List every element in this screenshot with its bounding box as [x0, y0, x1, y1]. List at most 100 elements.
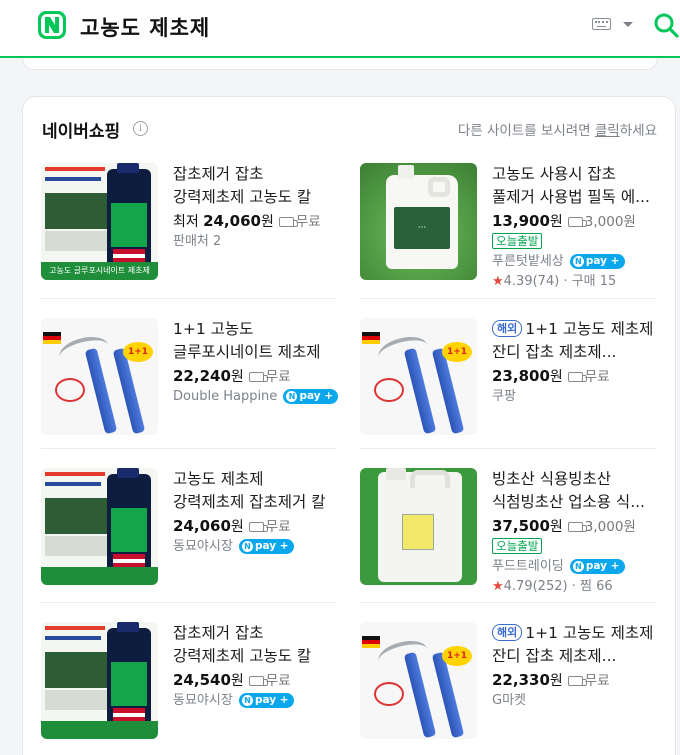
price-row: 24,060원 무료 [173, 515, 338, 537]
product-info: 잡초제거 잡초 강력제초제 고농도 칼 제초제 24,540원 무료동묘야시장 Np… [173, 622, 338, 711]
product-thumbnail[interactable]: ··· [360, 163, 477, 280]
product-thumbnail[interactable] [41, 468, 158, 585]
shipping-fee: 무료 [265, 673, 291, 689]
product-title[interactable]: 고농도 제초제 강력제초제 잡초제거 칼 잡초 [173, 468, 338, 514]
currency-unit: 원 [549, 214, 563, 230]
today-ship-badge: 오늘출발 [492, 538, 543, 554]
review-count: (252) [532, 579, 568, 594]
npay-badge: Npay + [283, 389, 338, 404]
product-card[interactable]: 1+1 1+1 고농도 글루포시네이트 제초제 잔디 ... 22,240원 무료 Do… [41, 318, 341, 438]
seller-name[interactable]: 동묘야시장 [173, 539, 233, 554]
product-title-text[interactable]: 고농도 사용시 잡초 풀제거 사용법 필독 에... [492, 165, 650, 206]
product-thumbnail[interactable] [360, 468, 477, 585]
product-card[interactable]: 빙초산 식용빙초산 식첨빙초산 업소용 식... 37,500원 3,000원 오늘출… [360, 468, 660, 594]
seller-info[interactable]: G마켓 [492, 691, 657, 711]
seller-name[interactable]: 푸른텃밭세상 [492, 254, 564, 269]
search-query[interactable]: 고농도 제초제 [80, 12, 210, 42]
star-icon: ★ [492, 274, 504, 289]
product-price: 22,240 [173, 367, 231, 385]
product-card[interactable]: 잡초제거 잡초 강력제초제 고농도 칼 제초제 24,540원 무료동묘야시장 Np… [41, 622, 341, 742]
thumb-band-text: 고농도 글루포시네이트 제초제 [41, 262, 158, 280]
product-card[interactable]: 고농도 제초제 강력제초제 잡초제거 칼 잡초 24,060원 무료동묘야시장 Np… [41, 468, 341, 588]
previous-section-bottom [22, 58, 658, 70]
review-count: (74) [532, 274, 560, 289]
seller-row: 동묘야시장 Npay + [173, 537, 338, 557]
price-row: 24,540원 무료 [173, 669, 338, 691]
overseas-badge: 해외 [492, 320, 523, 337]
product-title[interactable]: 잡초제거 잡초 강력제초제 고농도 칼 제초제 [173, 163, 338, 209]
naver-logo-icon[interactable] [38, 11, 66, 39]
truck-icon [567, 217, 587, 227]
product-card[interactable]: 1+1 해외 1+1 고농도 제초제 잔디 잡초 제초제... 23,800원 무료쿠팡 [360, 318, 660, 438]
product-price: 23,800 [492, 367, 550, 385]
seller-info[interactable]: 판매처 2 [173, 232, 338, 252]
currency-unit: 원 [549, 519, 563, 535]
other-site-text-end: 하세요 [619, 123, 657, 139]
seller-name[interactable]: Double Happine [173, 389, 277, 404]
other-site-text: 다른 사이트를 보시려면 [457, 123, 595, 139]
seller-info[interactable]: 쿠팡 [492, 387, 657, 407]
keyboard-icon[interactable] [592, 18, 611, 30]
divider [41, 298, 337, 299]
shopping-section: 네이버쇼핑 i 다른 사이트를 보시려면 클릭하세요 고농도 글루포시네이트 제… [22, 96, 676, 755]
product-card[interactable]: ··· 고농도 사용시 잡초 풀제거 사용법 필독 에... 13,900원 3,00… [360, 163, 660, 289]
price-row: 23,800원 무료 [492, 365, 657, 387]
seller-row: 푸드트레이딩 Npay + [492, 557, 657, 577]
currency-unit: 원 [549, 369, 563, 385]
price-row: 22,240원 무료 [173, 365, 338, 387]
product-price: 24,060 [173, 517, 231, 535]
shipping-fee: 무료 [584, 673, 610, 689]
shipping-fee: 무료 [584, 369, 610, 385]
npay-label: pay [585, 255, 608, 267]
star-icon: ★ [492, 579, 504, 594]
truck-icon [248, 372, 268, 382]
other-site-link[interactable]: 클릭 [595, 123, 620, 139]
price-row: 22,330원 무료 [492, 669, 657, 691]
product-thumbnail[interactable] [41, 622, 158, 739]
product-info: 1+1 고농도 글루포시네이트 제초제 잔디 ... 22,240원 무료 Doubl… [173, 318, 338, 407]
product-title-text[interactable]: 고농도 제초제 강력제초제 잡초제거 칼 잡초 [173, 470, 325, 514]
product-title[interactable]: 해외 1+1 고농도 제초제 잔디 잡초 제초제... [492, 622, 657, 668]
truck-icon [248, 676, 268, 686]
product-price: 22,330 [492, 671, 550, 689]
currency-unit: 원 [230, 519, 244, 535]
product-thumbnail[interactable]: 고농도 글루포시네이트 제초제 [41, 163, 158, 280]
seller-name[interactable]: 동묘야시장 [173, 693, 233, 708]
rating-value: 4.79 [503, 579, 533, 594]
extra-stat: · 찜 66 [567, 579, 613, 594]
overseas-badge: 해외 [492, 624, 523, 641]
search-icon[interactable] [653, 12, 679, 38]
product-title[interactable]: 1+1 고농도 글루포시네이트 제초제 잔디 ... [173, 318, 338, 364]
npay-badge: Npay + [238, 693, 294, 708]
product-thumbnail[interactable]: 1+1 [360, 318, 477, 435]
product-info: 고농도 제초제 강력제초제 잡초제거 칼 잡초 24,060원 무료동묘야시장 Np… [173, 468, 338, 557]
npay-label: pay [254, 540, 277, 552]
product-title[interactable]: 잡초제거 잡초 강력제초제 고농도 칼 제초제 [173, 622, 338, 668]
product-card[interactable]: 고농도 글루포시네이트 제초제 잡초제거 잡초 강력제초제 고농도 칼 제초제최저… [41, 163, 341, 283]
product-title-text[interactable]: 잡초제거 잡초 강력제초제 고농도 칼 제초제 [173, 165, 311, 209]
product-title[interactable]: 고농도 사용시 잡초 풀제거 사용법 필독 에... [492, 163, 657, 209]
badge-row: 오늘출발 [492, 232, 657, 252]
shipping-fee: 3,000원 [584, 214, 636, 230]
product-card[interactable]: 1+1 해외 1+1 고농도 제초제 잔디 잡초 제초제... 22,330원 무료 G마… [360, 622, 660, 742]
product-thumbnail[interactable]: 1+1 [360, 622, 477, 739]
seller-name[interactable]: 푸드트레이딩 [492, 559, 564, 574]
product-title[interactable]: 해외 1+1 고농도 제초제 잔디 잡초 제초제... [492, 318, 657, 364]
product-title-text[interactable]: 1+1 고농도 글루포시네이트 제초제 잔디 ... [173, 320, 321, 364]
truck-icon [567, 676, 587, 686]
shipping-fee: 무료 [265, 519, 291, 535]
divider [360, 602, 656, 603]
chevron-down-icon[interactable] [623, 22, 633, 27]
info-icon[interactable]: i [133, 121, 148, 136]
extra-stat: · 구매 15 [559, 274, 617, 289]
today-ship-badge: 오늘출발 [492, 233, 543, 249]
rating-row: ★4.39(74) · 구매 15 [492, 272, 657, 292]
search-header: 고농도 제초제 [0, 0, 680, 58]
section-title: 네이버쇼핑 [42, 122, 121, 142]
product-thumbnail[interactable]: 1+1 [41, 318, 158, 435]
npay-label: pay [299, 390, 321, 402]
badge-row: 오늘출발 [492, 537, 657, 557]
product-title-text[interactable]: 잡초제거 잡초 강력제초제 고농도 칼 제초제 [173, 624, 311, 668]
product-title-text[interactable]: 빙초산 식용빙초산 식첨빙초산 업소용 식... [492, 470, 645, 511]
product-title[interactable]: 빙초산 식용빙초산 식첨빙초산 업소용 식... [492, 468, 657, 514]
